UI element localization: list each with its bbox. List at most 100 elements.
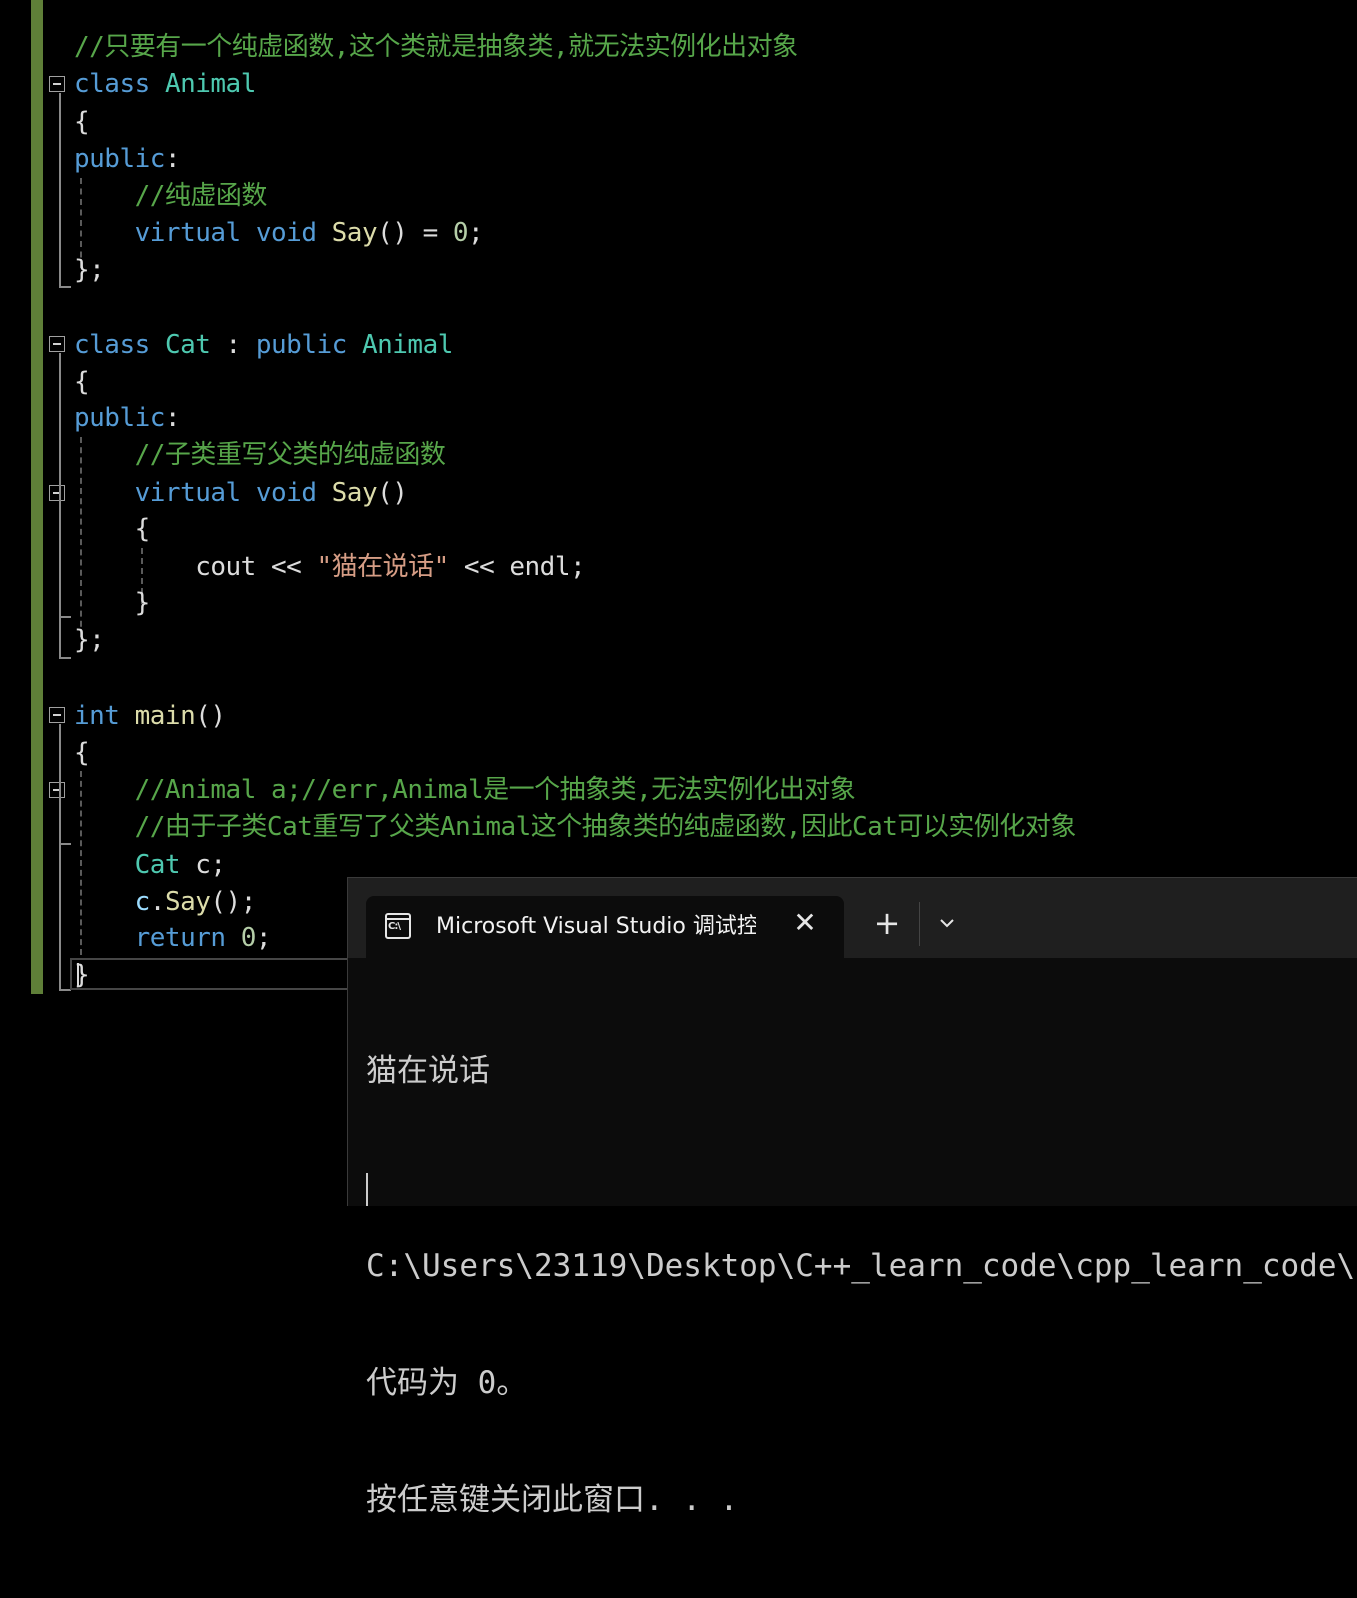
code-token: { xyxy=(74,738,90,768)
code-token: : xyxy=(210,330,256,360)
code-token: () xyxy=(377,478,408,508)
code-token: //子类重写父类的纯虚函数 xyxy=(134,440,446,470)
close-tab-icon[interactable]: ✕ xyxy=(790,908,820,938)
code-line[interactable]: class Animal xyxy=(74,66,256,102)
code-line[interactable]: } xyxy=(74,585,151,621)
code-token: (); xyxy=(210,887,256,917)
code-line[interactable]: }; xyxy=(74,252,105,288)
code-line[interactable]: { xyxy=(74,364,90,400)
debug-console-window[interactable]: C:\ Microsoft Visual Studio 调试控制台 ✕ + 猫在… xyxy=(347,877,1357,1518)
code-token: //Animal a;//err,Animal是一个抽象类,无法实例化出对象 xyxy=(134,775,856,805)
code-line[interactable]: //纯虚函数 xyxy=(74,178,268,214)
new-tab-icon[interactable]: + xyxy=(872,907,902,939)
chevron-down-icon[interactable] xyxy=(934,910,960,936)
code-line[interactable]: public: xyxy=(74,400,181,436)
code-line[interactable]: return 0; xyxy=(74,920,272,956)
console-cursor xyxy=(366,1173,368,1206)
code-token: void xyxy=(255,218,317,248)
code-token: Cat xyxy=(134,850,181,880)
code-line[interactable]: { xyxy=(74,735,90,771)
code-token: Animal xyxy=(164,69,256,99)
code-token: . xyxy=(149,887,166,917)
code-token: { xyxy=(74,107,90,137)
code-line[interactable]: //由于子类Cat重写了父类Animal这个抽象类的纯虚函数,因此Cat可以实例… xyxy=(74,809,1077,845)
code-token: c xyxy=(134,887,151,917)
code-line[interactable]: public: xyxy=(74,141,181,177)
code-line[interactable]: cout << "猫在说话" << endl; xyxy=(74,549,585,585)
outline-end-say xyxy=(59,616,71,618)
code-token: Say xyxy=(164,887,211,917)
code-token: 0 xyxy=(452,218,469,248)
console-tab-title: Microsoft Visual Studio 调试控制台 xyxy=(436,914,756,939)
outline-end-cat xyxy=(59,657,71,659)
code-token: //由于子类Cat重写了父类Animal这个抽象类的纯虚函数,因此Cat可以实例… xyxy=(134,812,1077,842)
current-line-highlight xyxy=(70,958,355,990)
collapse-main-function-icon[interactable] xyxy=(49,707,65,723)
code-token: void xyxy=(255,478,317,508)
code-line[interactable]: virtual void Say() xyxy=(74,475,408,511)
code-line[interactable]: int main() xyxy=(74,698,226,734)
code-token: virtual xyxy=(134,218,242,248)
console-tab[interactable]: C:\ Microsoft Visual Studio 调试控制台 ✕ xyxy=(366,896,844,958)
code-token: public xyxy=(74,403,165,433)
outline-end-animal xyxy=(59,286,71,288)
console-titlebar[interactable]: C:\ Microsoft Visual Studio 调试控制台 ✕ + xyxy=(348,878,1357,958)
outline-line-comment xyxy=(59,799,61,845)
code-line[interactable]: Cat c; xyxy=(74,847,226,883)
console-line: C:\Users\23119\Desktop\C++_learn_code\cp… xyxy=(366,1248,1356,1284)
code-line[interactable]: }; xyxy=(74,622,105,658)
code-line[interactable]: virtual void Say() = 0; xyxy=(74,215,484,251)
collapse-class-animal-icon[interactable] xyxy=(49,76,65,92)
code-token: }; xyxy=(74,625,105,655)
code-token: 0 xyxy=(240,923,257,953)
code-token: () xyxy=(195,701,226,731)
code-line[interactable]: { xyxy=(74,104,90,140)
titlebar-divider xyxy=(919,902,920,946)
code-token: public xyxy=(74,144,165,174)
collapse-comment-block-icon[interactable] xyxy=(49,782,65,798)
outline-end-comment xyxy=(59,843,71,845)
code-line[interactable]: c.Say(); xyxy=(74,884,257,920)
code-token: main xyxy=(134,701,196,731)
code-line[interactable]: //子类重写父类的纯虚函数 xyxy=(74,437,446,473)
code-token: //只要有一个纯虚函数,这个类就是抽象类,就无法实例化出对象 xyxy=(74,32,798,62)
console-output: 猫在说话 C:\Users\23119\Desktop\C++_learn_co… xyxy=(366,974,1356,1598)
console-line: 代码为 0。 xyxy=(366,1365,528,1401)
console-line: 猫在说话 xyxy=(366,1053,490,1089)
code-line[interactable]: } xyxy=(74,957,90,993)
outline-line-animal xyxy=(59,93,61,288)
code-token: public xyxy=(255,330,347,360)
terminal-icon-label: C:\ xyxy=(388,921,401,932)
collapse-say-method-icon[interactable] xyxy=(49,485,65,501)
change-tracking-bar xyxy=(31,0,43,994)
code-token: { xyxy=(74,367,90,397)
code-token: () = xyxy=(377,218,453,248)
code-token: ; xyxy=(255,923,272,953)
outline-line-say xyxy=(59,502,61,618)
code-token: "猫在说话" xyxy=(316,552,449,582)
code-line[interactable]: { xyxy=(74,511,151,547)
collapse-class-cat-icon[interactable] xyxy=(49,336,65,352)
code-token: { xyxy=(74,514,151,544)
code-line[interactable]: //只要有一个纯虚函数,这个类就是抽象类,就无法实例化出对象 xyxy=(74,29,798,65)
code-token: Animal xyxy=(361,330,453,360)
terminal-icon: C:\ xyxy=(385,913,411,939)
code-line[interactable]: class Cat : public Animal xyxy=(74,327,453,363)
code-line[interactable]: //Animal a;//err,Animal是一个抽象类,无法实例化出对象 xyxy=(74,772,856,808)
code-token: ; xyxy=(468,218,484,248)
